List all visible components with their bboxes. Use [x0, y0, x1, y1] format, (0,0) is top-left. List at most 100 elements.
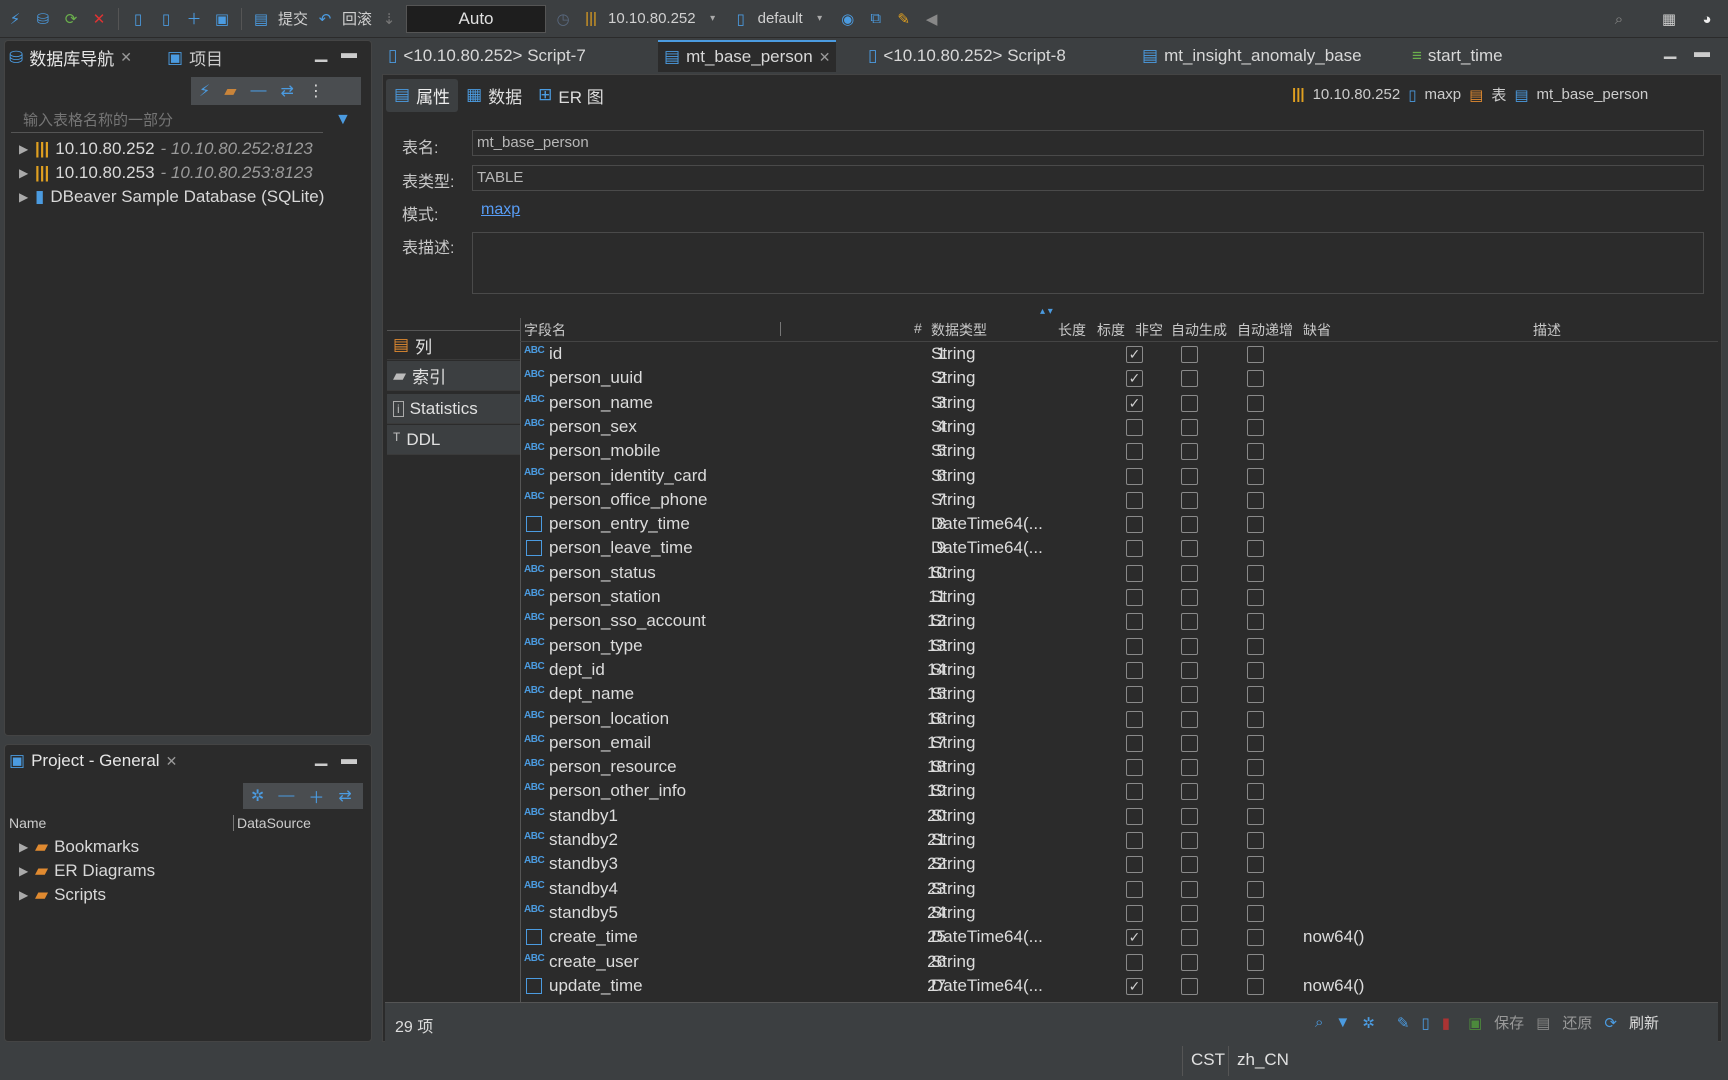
table-row[interactable]: ABC create_user 26 String: [522, 950, 1718, 974]
maximize-icon[interactable]: ▬: [341, 751, 357, 769]
autogen-checkbox[interactable]: [1181, 637, 1198, 655]
table-filter-input[interactable]: [11, 109, 323, 133]
tab-projects[interactable]: ▣ 项目: [167, 45, 223, 70]
folder-icon[interactable]: ▰: [224, 81, 236, 101]
commit-button[interactable]: 提交: [278, 8, 308, 29]
notnull-checkbox[interactable]: ✓: [1126, 929, 1143, 947]
autoinc-checkbox[interactable]: [1247, 929, 1264, 947]
tree-item-sample-db[interactable]: ▶ ▮ DBeaver Sample Database (SQLite): [19, 187, 324, 207]
table-row[interactable]: ABC person_station 11 String: [522, 585, 1718, 609]
autogen-checkbox[interactable]: [1181, 710, 1198, 728]
autoinc-checkbox[interactable]: [1247, 710, 1264, 728]
tab-script-7[interactable]: ▯ <10.10.80.252> Script-7: [382, 40, 592, 72]
autogen-checkbox[interactable]: [1181, 856, 1198, 874]
autoinc-checkbox[interactable]: [1247, 467, 1264, 485]
autoinc-checkbox[interactable]: [1247, 346, 1264, 363]
autogen-checkbox[interactable]: [1181, 589, 1198, 606]
autogen-checkbox[interactable]: [1181, 783, 1198, 801]
search-icon[interactable]: ⌕: [1315, 1014, 1323, 1031]
notnull-checkbox[interactable]: [1126, 807, 1143, 825]
notnull-checkbox[interactable]: [1126, 540, 1143, 558]
table-row[interactable]: ABC person_sex 4 String: [522, 415, 1718, 439]
autogen-checkbox[interactable]: [1181, 953, 1198, 971]
autoinc-checkbox[interactable]: [1247, 394, 1264, 412]
notnull-checkbox[interactable]: [1126, 613, 1143, 631]
new-script-icon[interactable]: ＋: [183, 8, 205, 30]
settings-icon[interactable]: ✲: [251, 786, 264, 806]
active-connection[interactable]: 10.10.80.252: [608, 10, 696, 27]
header-name[interactable]: 字段名: [524, 320, 566, 340]
table-row[interactable]: ABC person_status 10 String: [522, 561, 1718, 585]
filter-icon[interactable]: ▼: [1335, 1014, 1350, 1031]
rollback-button[interactable]: 回滚: [342, 8, 372, 29]
autoinc-checkbox[interactable]: [1247, 832, 1264, 849]
autogen-checkbox[interactable]: [1181, 759, 1198, 777]
active-schema[interactable]: default: [758, 10, 803, 27]
table-row[interactable]: ABC standby3 22 String: [522, 852, 1718, 876]
minimize-icon[interactable]: ▁: [315, 43, 327, 63]
autogen-checkbox[interactable]: [1181, 929, 1198, 947]
autoinc-checkbox[interactable]: [1247, 661, 1264, 679]
autogen-checkbox[interactable]: [1181, 394, 1198, 412]
notnull-checkbox[interactable]: [1126, 467, 1143, 485]
recent-script-icon[interactable]: ▣: [211, 8, 233, 30]
breadcrumb-table[interactable]: mt_base_person: [1537, 86, 1649, 103]
tools-icon[interactable]: ✎: [893, 8, 915, 30]
project-item-er-diagrams[interactable]: ▶ ▰ ER Diagrams: [19, 861, 155, 881]
header-length[interactable]: 长度: [1058, 320, 1086, 340]
notnull-checkbox[interactable]: ✓: [1126, 346, 1143, 363]
table-row[interactable]: ABC person_email 17 String: [522, 731, 1718, 755]
autoinc-checkbox[interactable]: [1247, 904, 1264, 922]
project-item-bookmarks[interactable]: ▶ ▰ Bookmarks: [19, 837, 139, 857]
table-row[interactable]: person_entry_time 8 DateTime64(...: [522, 512, 1718, 536]
table-type-field[interactable]: TABLE: [472, 165, 1704, 191]
table-row[interactable]: ABC person_resource 18 String: [522, 755, 1718, 779]
table-row[interactable]: ABC dept_name 15 String: [522, 682, 1718, 706]
notnull-checkbox[interactable]: [1126, 710, 1143, 728]
table-row[interactable]: update_time 27 DateTime64(... ✓ now64(): [522, 974, 1718, 998]
autogen-checkbox[interactable]: [1181, 346, 1198, 363]
close-icon[interactable]: ✕: [166, 753, 178, 770]
header-autoinc[interactable]: 自动递增: [1237, 320, 1293, 340]
collapse-icon[interactable]: —: [278, 787, 294, 805]
autogen-checkbox[interactable]: [1181, 807, 1198, 825]
project-col-name[interactable]: Name: [9, 815, 46, 831]
refresh-button[interactable]: 刷新: [1629, 1012, 1659, 1033]
autoinc-checkbox[interactable]: [1247, 783, 1264, 801]
autogen-checkbox[interactable]: [1181, 443, 1198, 461]
transaction-icon[interactable]: ⇣: [378, 8, 400, 30]
chevron-down-icon[interactable]: ▾: [809, 8, 831, 30]
network-icon[interactable]: ⧉: [865, 8, 887, 30]
autoinc-checkbox[interactable]: [1247, 370, 1264, 388]
more-icon[interactable]: ⋮: [308, 81, 324, 101]
save-icon[interactable]: ▣: [1468, 1014, 1482, 1032]
disconnect-icon[interactable]: ⛁: [32, 8, 54, 30]
refresh-icon[interactable]: ⟳: [1604, 1014, 1617, 1032]
autogen-checkbox[interactable]: [1181, 418, 1198, 436]
project-col-datasource[interactable]: DataSource: [233, 815, 311, 831]
breadcrumb-schema[interactable]: maxp: [1424, 86, 1461, 103]
notnull-checkbox[interactable]: [1126, 783, 1143, 801]
table-row[interactable]: ABC person_other_info 19 String: [522, 779, 1718, 803]
header-number[interactable]: #: [914, 320, 922, 340]
expand-icon[interactable]: ▶: [19, 142, 29, 156]
autoinc-checkbox[interactable]: [1247, 613, 1264, 631]
notnull-checkbox[interactable]: ✓: [1126, 370, 1143, 388]
notnull-checkbox[interactable]: [1126, 491, 1143, 509]
notnull-checkbox[interactable]: [1126, 832, 1143, 849]
autoinc-checkbox[interactable]: [1247, 880, 1264, 898]
table-row[interactable]: ABC id 1 String ✓: [522, 342, 1718, 366]
notnull-checkbox[interactable]: [1126, 734, 1143, 752]
table-row[interactable]: person_leave_time 9 DateTime64(...: [522, 536, 1718, 560]
commit-icon[interactable]: ▤: [250, 8, 272, 30]
new-connection-icon[interactable]: ⚡: [199, 81, 210, 101]
autoinc-checkbox[interactable]: [1247, 977, 1264, 995]
tab-columns[interactable]: ▤ 列: [387, 330, 520, 360]
table-name-field[interactable]: mt_base_person: [472, 130, 1704, 156]
tree-item-connection-1[interactable]: ▶ ||| 10.10.80.252 - 10.10.80.252:8123: [19, 139, 313, 159]
notnull-checkbox[interactable]: ✓: [1126, 394, 1143, 412]
autogen-checkbox[interactable]: [1181, 686, 1198, 704]
tab-er-diagram[interactable]: ⊞ ER 图: [530, 79, 612, 112]
table-row[interactable]: ABC person_sso_account 12 String: [522, 609, 1718, 633]
reconnect-icon[interactable]: ⟳: [60, 8, 82, 30]
